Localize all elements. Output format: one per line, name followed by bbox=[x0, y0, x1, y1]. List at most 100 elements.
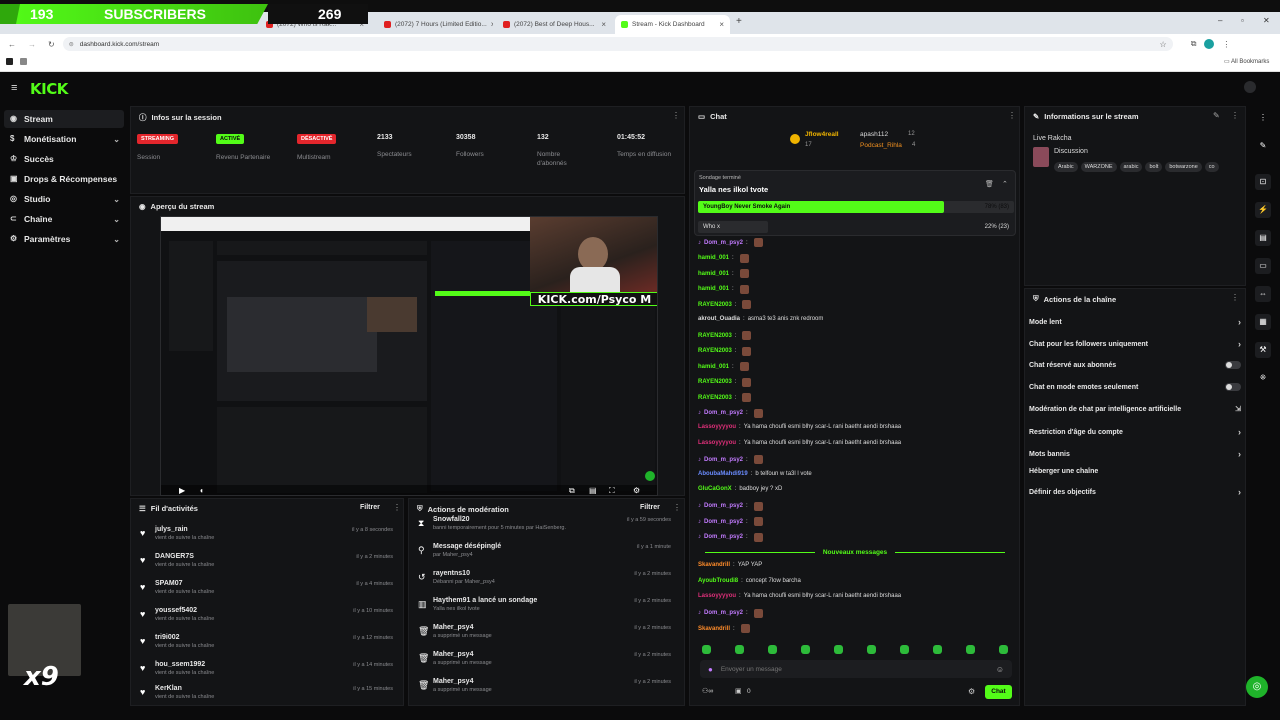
chat-username[interactable]: Lassoyyyyou bbox=[698, 593, 736, 599]
rail-layout-icon[interactable]: ⊡ bbox=[1255, 174, 1271, 190]
emote-icon[interactable] bbox=[735, 645, 744, 654]
action-emote-only[interactable]: Chat en mode emotes seulement bbox=[1029, 383, 1241, 391]
emote-icon[interactable] bbox=[867, 645, 876, 654]
forward-icon[interactable]: → bbox=[28, 40, 36, 49]
chat-username[interactable]: Lassoyyyyou bbox=[698, 440, 736, 446]
action-subscribers-only[interactable]: Chat réservé aux abonnés bbox=[1029, 361, 1241, 369]
gift-icon[interactable]: ▣ bbox=[735, 687, 742, 695]
chat-username[interactable]: hamid_001 bbox=[698, 271, 729, 277]
close-icon[interactable]: × bbox=[719, 20, 724, 29]
user-avatar[interactable] bbox=[1244, 81, 1256, 93]
emote-icon[interactable] bbox=[768, 645, 777, 654]
more-icon[interactable]: ⋮ bbox=[1231, 293, 1239, 302]
rail-more-icon[interactable]: ⋮ bbox=[1255, 110, 1271, 126]
more-icon[interactable]: ⋮ bbox=[673, 503, 681, 512]
more-icon[interactable]: ⋮ bbox=[672, 111, 680, 120]
menu-icon[interactable]: ⋮ bbox=[1222, 40, 1230, 49]
help-icon[interactable]: ◎ bbox=[1246, 676, 1268, 698]
chat-input[interactable]: ● ☺ bbox=[700, 660, 1012, 678]
settings-icon[interactable]: ⚙ bbox=[633, 486, 640, 495]
rail-add-icon[interactable]: ⁜ bbox=[1255, 370, 1271, 386]
volume-icon[interactable]: ◖ bbox=[199, 486, 204, 495]
action-set-goals[interactable]: Définir des objectifs › bbox=[1029, 487, 1241, 497]
bookmark-icon[interactable] bbox=[20, 58, 27, 65]
action-followers-only[interactable]: Chat pour les followers uniquement › bbox=[1029, 339, 1241, 349]
chat-username[interactable]: Dom_m_psy2 bbox=[704, 410, 743, 416]
sidebar-item-succes[interactable]: ♔ Succès bbox=[4, 150, 124, 168]
chat-username[interactable]: RAYEN2003 bbox=[698, 379, 732, 385]
close-icon[interactable]: × bbox=[601, 20, 606, 29]
chat-username[interactable]: RAYEN2003 bbox=[698, 348, 732, 354]
gear-icon[interactable]: ⚙ bbox=[968, 687, 975, 696]
send-chat-button[interactable]: Chat bbox=[985, 685, 1012, 699]
chat-username[interactable]: hamid_001 bbox=[698, 364, 729, 370]
emoji-icon[interactable]: ☺ bbox=[996, 665, 1004, 674]
filter-button[interactable]: Filtrer bbox=[360, 504, 380, 511]
emote-icon[interactable] bbox=[999, 645, 1008, 654]
chat-username[interactable]: Lassoyyyyou bbox=[698, 424, 736, 430]
minimize-icon[interactable]: – bbox=[1218, 16, 1222, 25]
emote-icon[interactable] bbox=[801, 645, 810, 654]
chat-username[interactable]: Dom_m_psy2 bbox=[704, 240, 743, 246]
chat-username[interactable]: RAYEN2003 bbox=[698, 302, 732, 308]
reload-icon[interactable]: ↻ bbox=[48, 40, 55, 49]
toggle-switch[interactable] bbox=[1225, 361, 1241, 369]
emote-icon[interactable] bbox=[933, 645, 942, 654]
chat-username[interactable]: Dom_m_psy2 bbox=[704, 610, 743, 616]
extensions-icon[interactable]: ⧉ bbox=[1191, 39, 1197, 49]
bookmark-icon[interactable] bbox=[6, 58, 13, 65]
new-messages-divider[interactable]: Nouveaux messages bbox=[694, 549, 1016, 556]
chat-username[interactable]: Dom_m_psy2 bbox=[704, 503, 743, 509]
maximize-icon[interactable]: ▫ bbox=[1241, 16, 1244, 25]
tab-2[interactable]: (2072) Best of Deep Hous... × bbox=[497, 15, 612, 34]
chat-username[interactable]: RAYEN2003 bbox=[698, 395, 732, 401]
chat-username[interactable]: AyoubTroudi8 bbox=[698, 578, 738, 584]
play-icon[interactable]: ▶ bbox=[179, 486, 185, 495]
users-icon[interactable]: ⚇∞ bbox=[702, 687, 713, 695]
trash-icon[interactable]: 🗑 bbox=[985, 180, 994, 188]
action-ai-moderation[interactable]: Modération de chat par intelligence arti… bbox=[1029, 405, 1241, 414]
close-icon[interactable]: × bbox=[491, 20, 493, 29]
more-icon[interactable]: ⋮ bbox=[393, 503, 401, 512]
hamburger-icon[interactable]: ≡ bbox=[11, 82, 17, 94]
url-field[interactable]: ⊜ dashboard.kick.com/stream ☆ bbox=[62, 37, 1173, 51]
emote-icon[interactable] bbox=[834, 645, 843, 654]
more-icon[interactable]: ⋮ bbox=[1008, 111, 1016, 120]
rail-grid-icon[interactable]: ▦ bbox=[1255, 314, 1271, 330]
rail-edit-icon[interactable]: ✎ bbox=[1255, 138, 1271, 154]
chat-username[interactable]: RAYEN2003 bbox=[698, 333, 732, 339]
rail-chat-icon[interactable]: ▭ bbox=[1255, 258, 1271, 274]
emote-icon[interactable] bbox=[702, 645, 711, 654]
star-icon[interactable]: ☆ bbox=[1160, 40, 1167, 49]
sidebar-item-studio[interactable]: ◎ Studio ⌄ bbox=[4, 190, 124, 208]
clip-icon[interactable]: ▤ bbox=[589, 486, 597, 495]
rail-doc-icon[interactable]: ▤ bbox=[1255, 230, 1271, 246]
filter-button[interactable]: Filtrer bbox=[640, 504, 660, 511]
rail-link-icon[interactable]: ⇔ bbox=[1255, 286, 1271, 302]
sidebar-item-parametres[interactable]: ⚙ Paramètres ⌄ bbox=[4, 230, 124, 248]
action-host-channel[interactable]: Héberger une chaîne bbox=[1029, 468, 1241, 475]
action-age-restriction[interactable]: Restriction d'âge du compte › bbox=[1029, 427, 1241, 437]
profile-avatar[interactable] bbox=[1204, 39, 1215, 49]
sidebar-item-drops[interactable]: ▣ Drops & Récompenses bbox=[4, 170, 124, 188]
sidebar-item-monetisation[interactable]: $ Monétisation ⌄ bbox=[4, 130, 124, 148]
action-banned-words[interactable]: Mots bannis › bbox=[1029, 449, 1241, 459]
pip-icon[interactable]: ⧉ bbox=[569, 486, 575, 495]
collapse-icon[interactable]: ⌃ bbox=[1002, 180, 1008, 188]
fullscreen-icon[interactable]: ⛶ bbox=[609, 486, 615, 495]
tab-1[interactable]: (2072) 7 Hours (Limited Editio...× bbox=[378, 15, 493, 34]
kick-logo[interactable]: KICK bbox=[30, 80, 68, 98]
sidebar-item-chaine[interactable]: ⊂ Chaîne ⌄ bbox=[4, 210, 124, 228]
chat-username[interactable]: GluCaGonX bbox=[698, 486, 732, 492]
emote-icon[interactable] bbox=[900, 645, 909, 654]
chat-username[interactable]: hamid_001 bbox=[698, 255, 729, 261]
site-info-icon[interactable]: ⊜ bbox=[69, 41, 74, 48]
chat-username[interactable]: Dom_m_psy2 bbox=[704, 457, 743, 463]
window-close-icon[interactable]: ✕ bbox=[1263, 16, 1270, 25]
chat-username[interactable]: akrout_Ouadia bbox=[698, 316, 740, 322]
rail-bolt-icon[interactable]: ⚡ bbox=[1255, 202, 1271, 218]
rail-tools-icon[interactable]: ⚒ bbox=[1255, 342, 1271, 358]
more-icon[interactable]: ⋮ bbox=[1231, 111, 1239, 120]
all-bookmarks[interactable]: ▭ All Bookmarks bbox=[1224, 58, 1269, 65]
chat-username[interactable]: AboubaMahdi919 bbox=[698, 471, 748, 477]
